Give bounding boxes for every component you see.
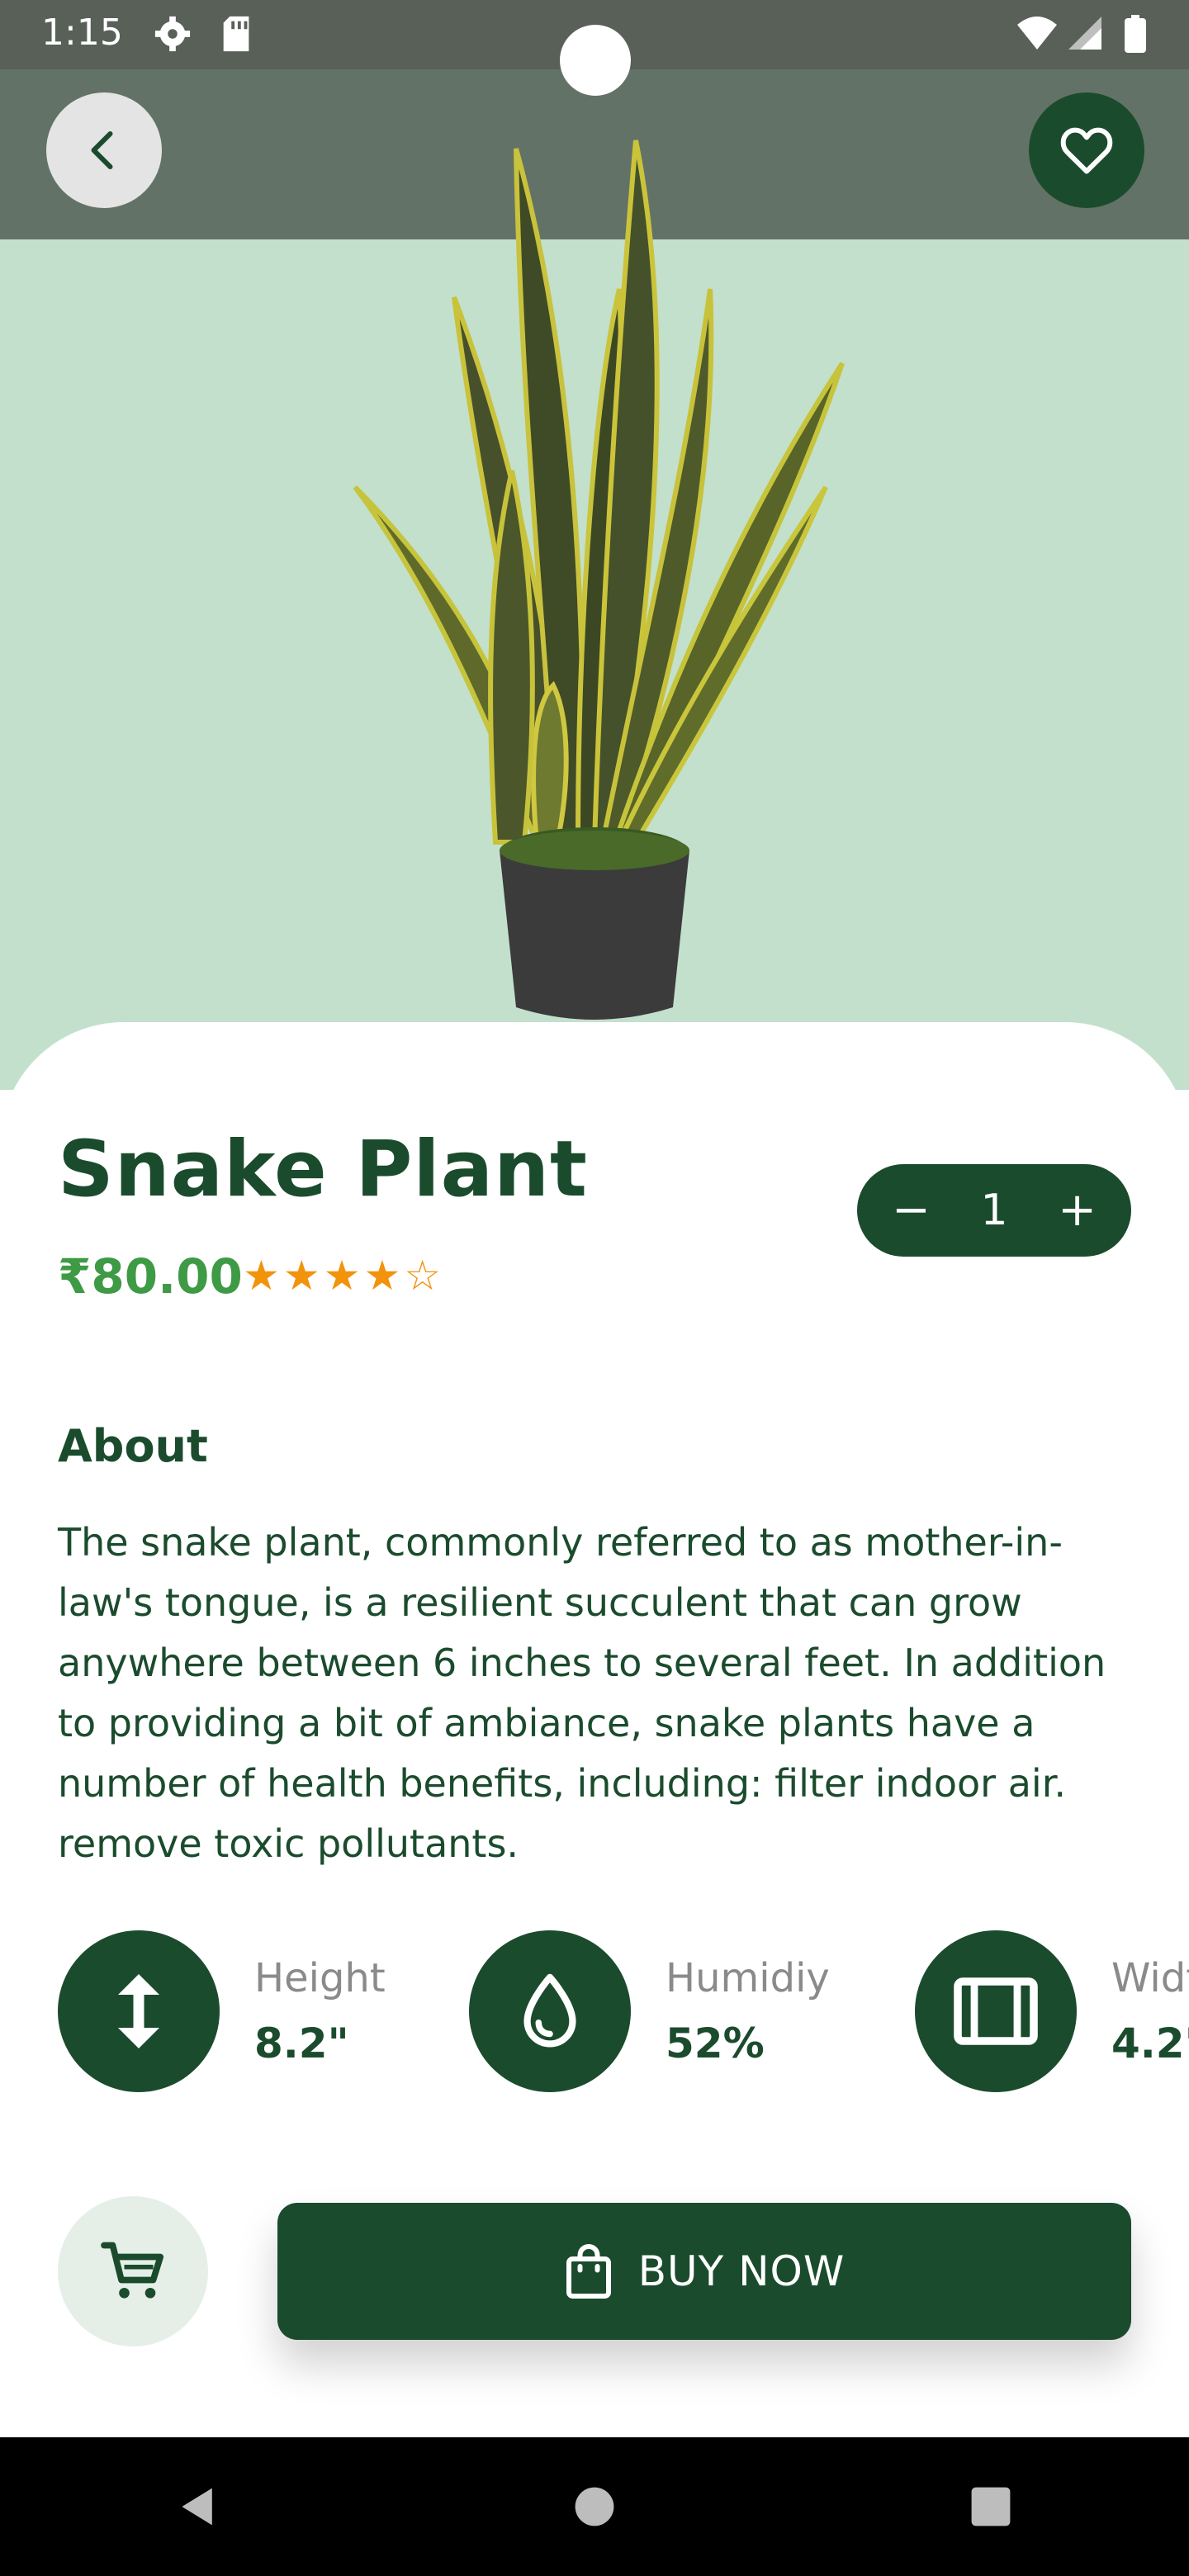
spec-humidity-badge	[469, 1930, 631, 2092]
plant-image	[353, 140, 845, 1020]
back-button[interactable]	[46, 92, 162, 208]
battery-icon	[1125, 15, 1146, 53]
quantity-value: 1	[980, 1186, 1008, 1235]
spec-value: 8.2"	[254, 2020, 349, 2067]
camera-cutout	[560, 25, 631, 96]
product-title: Snake Plant	[58, 1125, 588, 1215]
cart-icon	[101, 2242, 164, 2299]
product-price: ₹80.00	[58, 1248, 243, 1305]
buy-now-label: BUY NOW	[637, 2247, 846, 2295]
settings-icon	[154, 16, 191, 52]
spec-height: Height 8.2"	[58, 1930, 386, 2092]
signal-icon	[1068, 17, 1101, 50]
back-triangle-icon	[182, 2488, 212, 2526]
quantity-stepper: − 1 +	[857, 1164, 1131, 1257]
spec-width: Width 4.2"	[915, 1930, 1189, 2092]
nav-home-button[interactable]	[545, 2457, 644, 2556]
spec-value: 4.2"	[1111, 2020, 1189, 2067]
about-heading: About	[58, 1420, 208, 1472]
increase-button[interactable]: +	[1058, 1187, 1097, 1234]
nav-recents-button[interactable]	[941, 2457, 1040, 2556]
spec-label: Width	[1111, 1955, 1189, 2001]
recents-square-icon	[971, 2487, 1011, 2526]
decrease-button[interactable]: −	[892, 1187, 931, 1234]
system-nav-bar	[0, 2437, 1189, 2576]
wifi-icon	[1017, 17, 1057, 50]
shopping-bag-icon	[566, 2244, 611, 2299]
spec-label: Humidiy	[666, 1955, 830, 2001]
status-time: 1:15	[41, 12, 123, 54]
spec-height-badge	[58, 1930, 220, 2092]
nav-back-button[interactable]	[149, 2457, 248, 2556]
spec-humidity: Humidiy 52%	[469, 1930, 830, 2092]
favorite-button[interactable]	[1029, 92, 1144, 208]
water-drop-icon	[523, 1973, 576, 2048]
add-to-cart-button[interactable]	[58, 2196, 208, 2346]
frame-icon	[954, 1977, 1038, 2045]
buy-now-button[interactable]: BUY NOW	[277, 2203, 1131, 2340]
chevron-left-icon	[91, 131, 113, 169]
spec-label: Height	[254, 1955, 386, 2001]
rating-stars: ★★★★☆	[243, 1252, 445, 1300]
spec-value: 52%	[666, 2020, 765, 2067]
home-circle-icon	[575, 2487, 614, 2526]
about-text: The snake plant, commonly referred to as…	[58, 1520, 1106, 1866]
spec-width-badge	[915, 1930, 1077, 2092]
product-hero	[0, 0, 1189, 1090]
vertical-arrows-icon	[118, 1974, 159, 2048]
heart-icon	[1060, 127, 1113, 174]
sd-card-icon	[223, 16, 249, 52]
